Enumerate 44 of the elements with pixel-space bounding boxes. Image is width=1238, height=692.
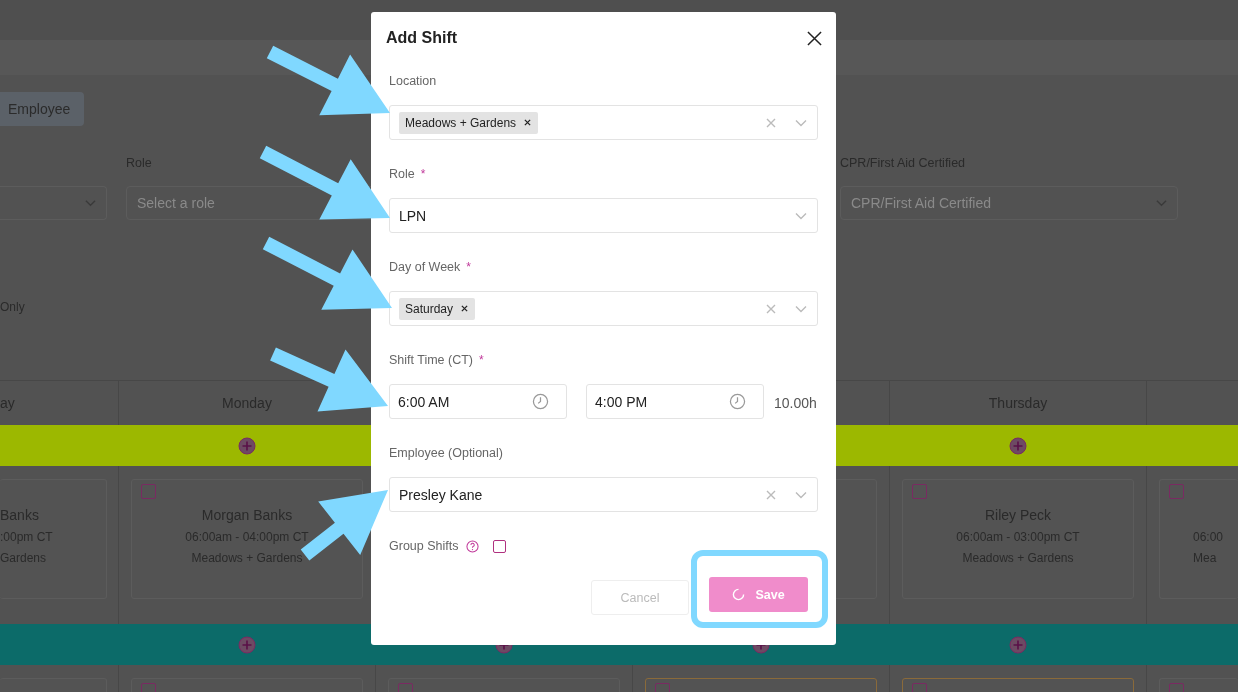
help-icon[interactable] [466, 539, 480, 553]
select-field[interactable]: Presley Kane [389, 477, 818, 512]
field-label: Shift Time (CT) [389, 353, 474, 367]
required-asterisk: * [420, 167, 426, 181]
field-label: Location [389, 74, 437, 88]
filter-select[interactable] [0, 186, 107, 220]
select-field[interactable]: LPN [389, 198, 818, 233]
clear-icon[interactable] [766, 117, 776, 128]
clock-icon [532, 393, 549, 410]
end-time-field[interactable]: 4:00 PM [586, 384, 764, 419]
clear-icon[interactable] [766, 489, 776, 500]
group-shifts-checkbox[interactable] [493, 539, 507, 553]
view-tab[interactable]: Employee [0, 92, 85, 126]
chevron-down-icon [795, 211, 807, 220]
required-asterisk: * [479, 353, 484, 367]
shift-checkbox[interactable] [1169, 484, 1184, 499]
dialog-title: Add Shift [386, 29, 458, 47]
field-label: Role [389, 167, 415, 181]
chevron-down-icon [795, 118, 807, 127]
field-label: Day of Week [389, 260, 461, 274]
shift-checkbox[interactable] [912, 484, 927, 499]
option-label: Group Shifts [389, 539, 459, 553]
clock-icon [729, 393, 746, 410]
multi-select-field[interactable]: Saturday [389, 291, 818, 326]
remove-icon[interactable] [524, 119, 532, 126]
duration-text: 10.00h [774, 395, 817, 411]
chevron-down-icon [795, 490, 807, 499]
close-icon[interactable] [807, 30, 822, 46]
chevron-down-icon [795, 304, 807, 313]
chip-label: Meadows + Gardens [405, 115, 517, 130]
start-time-field[interactable]: 6:00 AM [389, 384, 567, 419]
add-icon[interactable] [237, 436, 256, 455]
required-asterisk: * [466, 260, 471, 274]
add-icon[interactable] [1008, 436, 1027, 455]
chevron-down-icon [1156, 199, 1167, 207]
multi-select-field[interactable]: Meadows + Gardens [389, 105, 818, 140]
remove-icon[interactable] [461, 305, 469, 312]
filter-select[interactable]: CPR/First Aid Certified [840, 186, 1178, 220]
chip-label: Saturday [405, 301, 454, 316]
chevron-down-icon [85, 199, 96, 207]
shift-checkbox[interactable] [141, 484, 156, 499]
field-label: Employee (Optional) [389, 446, 503, 460]
clear-icon[interactable] [766, 303, 776, 314]
save-button[interactable]: Save [709, 577, 808, 612]
